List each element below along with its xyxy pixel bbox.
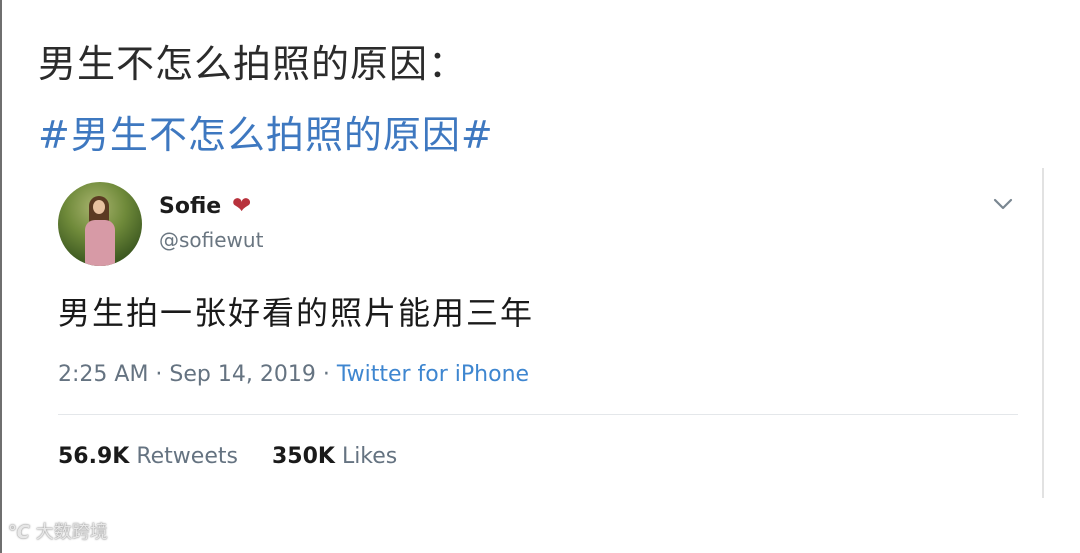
tweet-card-border [1042, 168, 1044, 498]
avatar-face [93, 200, 105, 214]
image-left-border [0, 0, 2, 553]
tweet-timestamp[interactable]: 2:25 AM · Sep 14, 2019 · [58, 362, 337, 387]
avatar[interactable] [58, 182, 142, 266]
post-headline: 男生不怎么拍照的原因： [38, 42, 468, 86]
retweets-count: 56.9K [58, 444, 130, 469]
chevron-down-icon[interactable] [991, 196, 1015, 212]
retweets-stat[interactable]: 56.9K Retweets [58, 444, 238, 469]
user-handle[interactable]: @sofiewut [159, 228, 263, 252]
tweet-text: 男生拍一张好看的照片能用三年 [58, 294, 535, 332]
avatar-dress [85, 220, 115, 266]
retweets-label: Retweets [136, 444, 238, 469]
tweet-source-link[interactable]: Twitter for iPhone [337, 362, 529, 387]
likes-label: Likes [341, 444, 398, 469]
heart-icon: ❤ [232, 193, 252, 219]
tweet-card: Sofie ❤ @sofiewut 男生拍一张好看的照片能用三年 2:25 AM… [38, 168, 1044, 498]
watermark: ℃ 大数跨境 [8, 518, 108, 544]
watermark-text: 大数跨境 [35, 522, 108, 543]
watermark-logo: ℃ [8, 522, 30, 543]
likes-count: 350K [271, 444, 335, 469]
divider [58, 414, 1018, 415]
display-name[interactable]: Sofie [159, 194, 221, 219]
hashtag-link[interactable]: #男生不怎么拍照的原因# [38, 104, 494, 159]
likes-stat[interactable]: 350K Likes [272, 444, 397, 469]
tweet-stats: 56.9K Retweets 350K Likes [58, 444, 397, 469]
tweet-meta: 2:25 AM · Sep 14, 2019 · Twitter for iPh… [58, 362, 529, 387]
